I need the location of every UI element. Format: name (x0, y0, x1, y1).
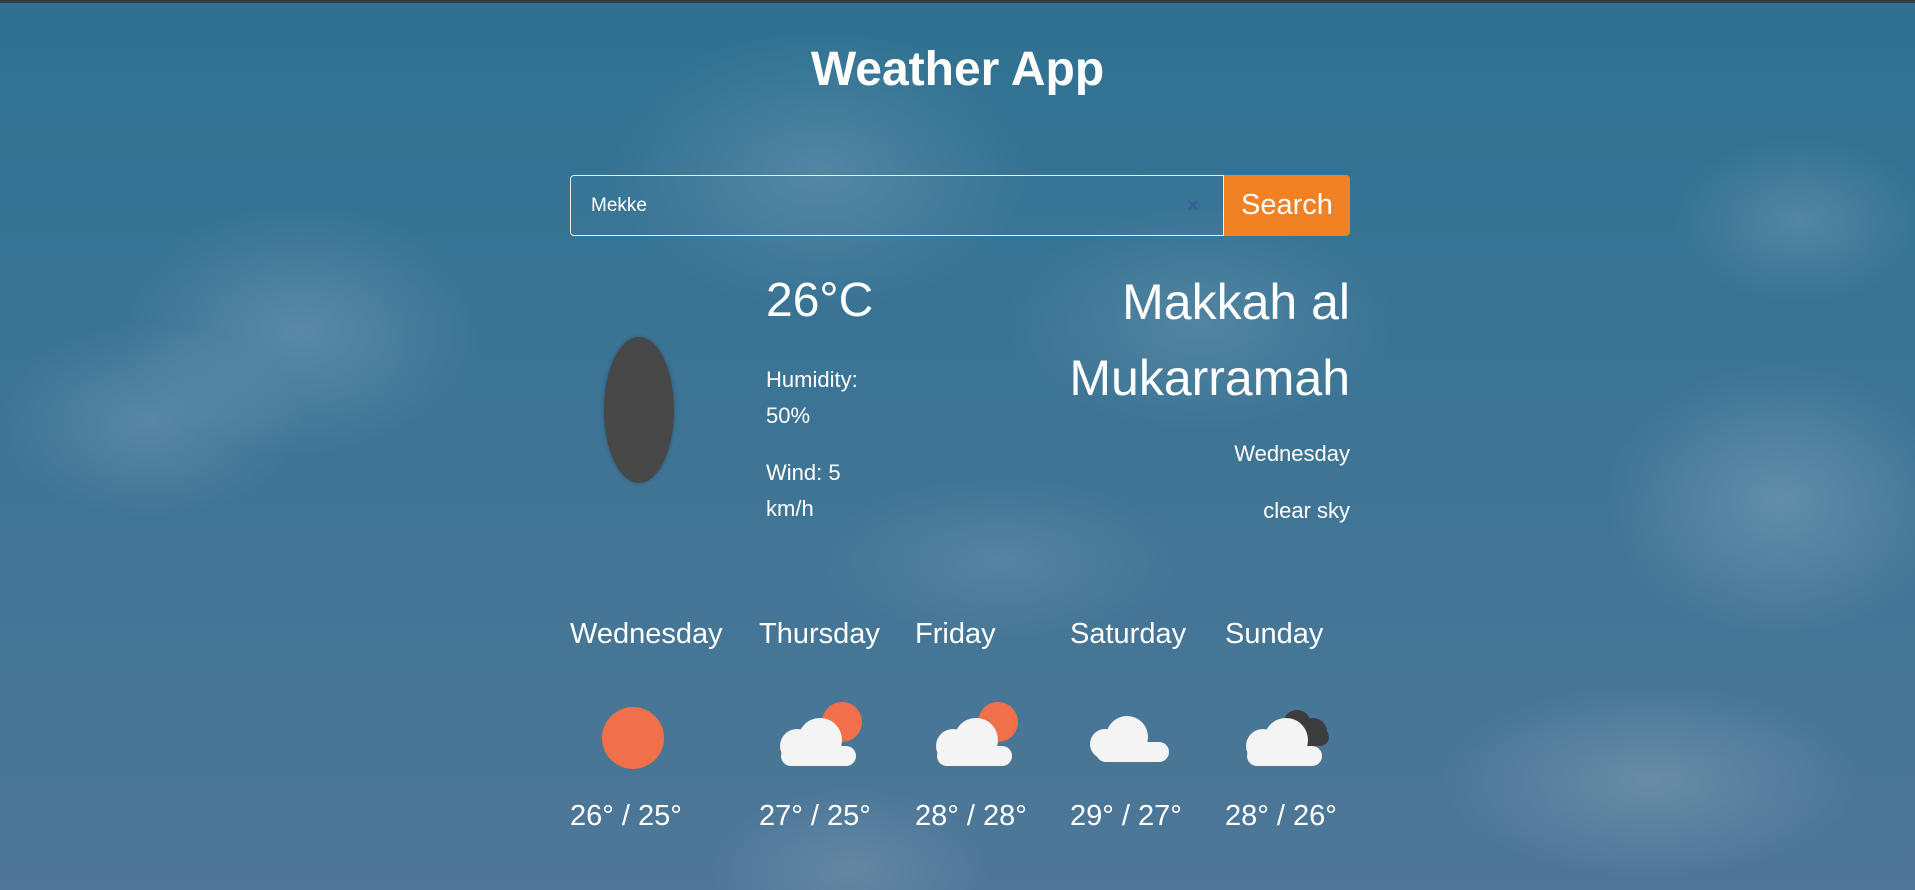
wind-label: Wind: 5 (766, 460, 841, 485)
forecast-temps: 28° / 26° (1225, 800, 1337, 832)
moon-icon (604, 337, 674, 483)
weather-description: clear sky (1263, 498, 1350, 523)
app-title: Weather App (810, 43, 1105, 96)
window-top-border (0, 0, 1915, 3)
cloud-sun-icon (936, 702, 1018, 766)
current-temperature: 26°C (766, 274, 874, 327)
forecast-temps: 26° / 25° (570, 800, 682, 832)
cloud-icon (1090, 716, 1169, 762)
city-name: Makkah al Mukarramah (930, 264, 1350, 416)
forecast-day: Sunday 28° / 26° (1225, 610, 1385, 832)
forecast-temps: 29° / 27° (1070, 800, 1182, 832)
current-day: Wednesday (1234, 441, 1350, 466)
cloud-dark-icon (1246, 710, 1329, 766)
search-input[interactable] (591, 176, 1151, 235)
forecast-day: Thursday 27° / 25° (759, 610, 919, 832)
city-name-line-1: Makkah al (1122, 274, 1350, 330)
cloud-sun-icon (780, 702, 862, 766)
forecast-day: Wednesday 26° / 25° (570, 610, 730, 832)
forecast-temps: 27° / 25° (759, 800, 871, 832)
forecast-day-name: Friday (915, 618, 996, 650)
forecast-day: Friday 28° / 28° (915, 610, 1075, 832)
humidity-info: Humidity: 50% (766, 362, 896, 434)
city-name-line-2: Mukarramah (1069, 350, 1350, 406)
sun-icon (602, 707, 664, 769)
search-button[interactable]: Search (1224, 175, 1350, 236)
forecast-day-name: Sunday (1225, 618, 1324, 650)
wind-info: Wind: 5 km/h (766, 455, 896, 527)
humidity-label: Humidity: (766, 367, 858, 392)
search-box: × (570, 175, 1224, 236)
forecast-day: Saturday 29° / 27° (1070, 610, 1230, 832)
forecast-day-name: Thursday (759, 618, 880, 650)
clear-icon[interactable]: × (1181, 194, 1205, 218)
humidity-value: 50% (766, 403, 811, 428)
forecast-day-name: Wednesday (570, 618, 723, 650)
wind-unit: km/h (766, 496, 814, 521)
forecast-day-name: Saturday (1070, 618, 1187, 650)
forecast-temps: 28° / 28° (915, 800, 1027, 832)
